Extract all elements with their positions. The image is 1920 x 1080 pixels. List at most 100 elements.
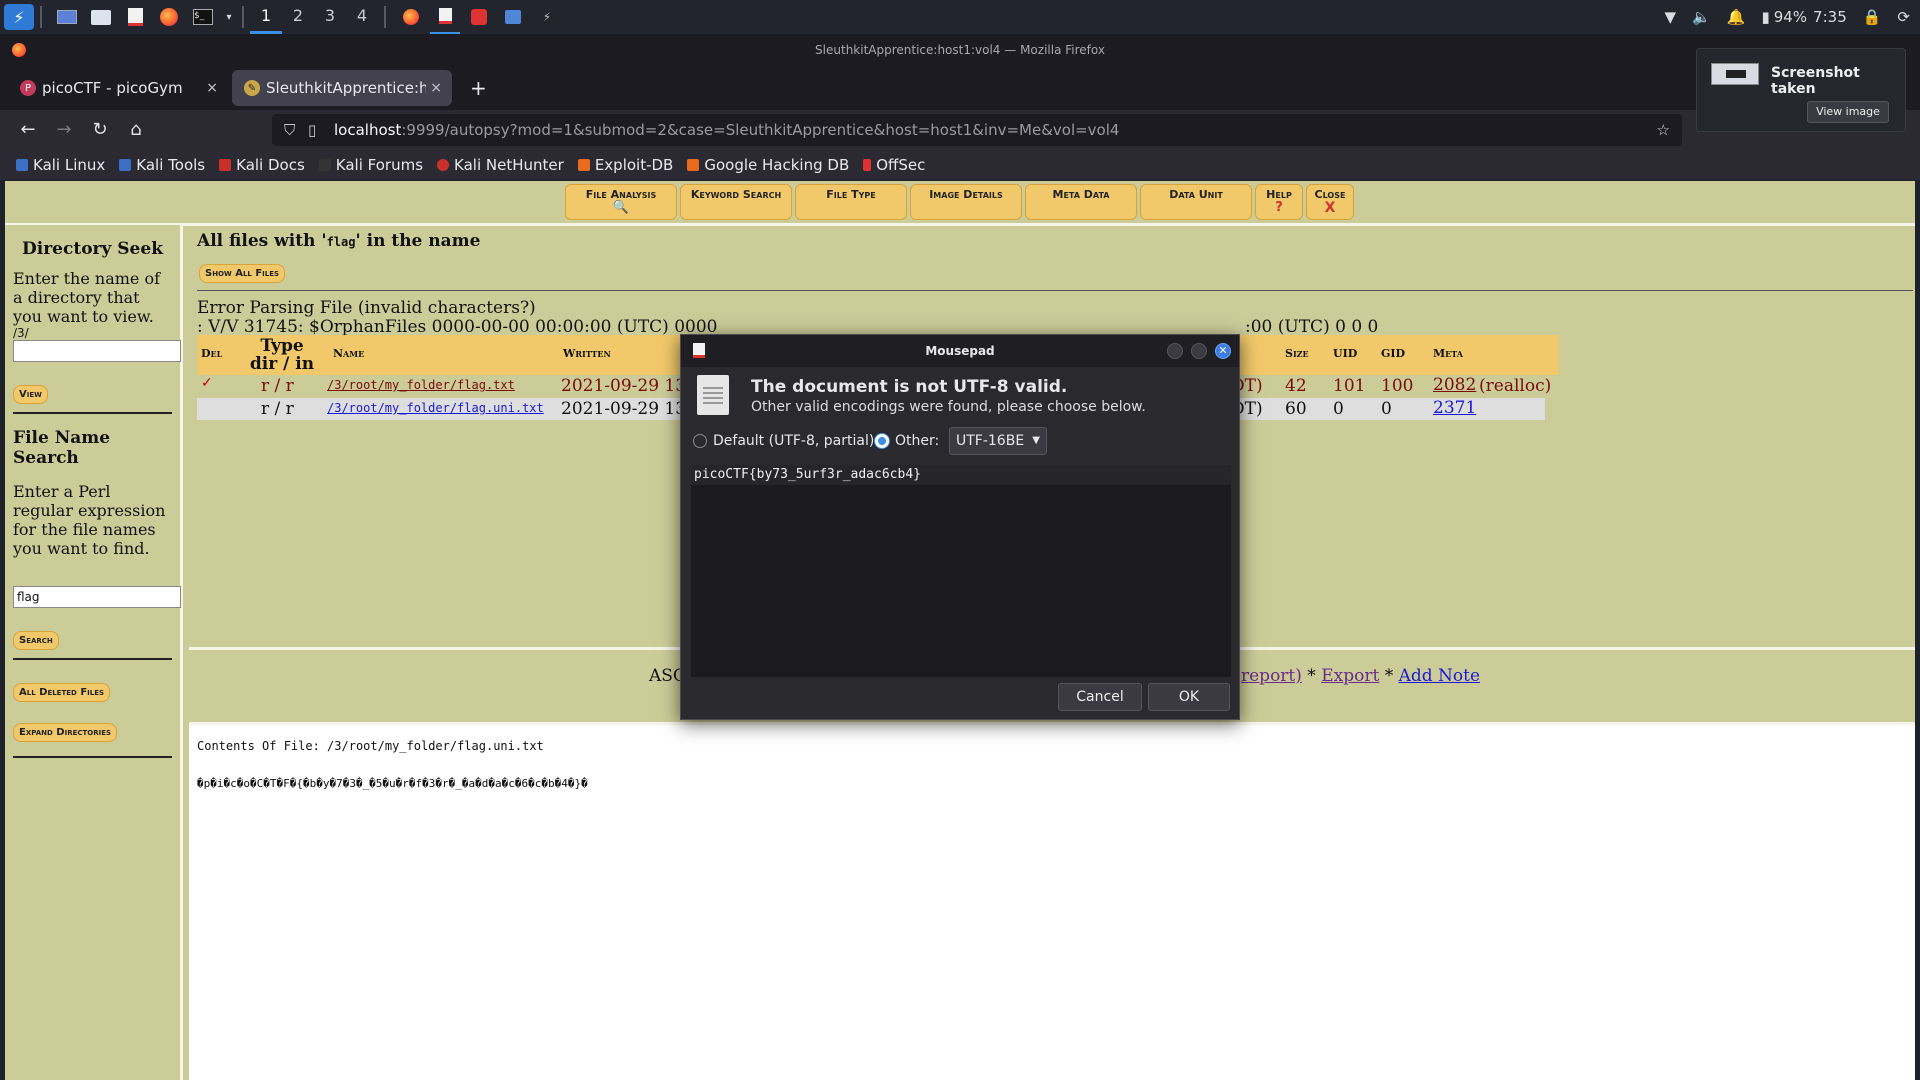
menu-file-analysis[interactable]: File Analysis 🔍 xyxy=(565,184,677,220)
close-x-icon: X xyxy=(1324,200,1336,216)
network-icon[interactable]: ▼ xyxy=(1665,8,1677,26)
deleted-check-icon: ✓ xyxy=(201,375,213,391)
report-links: report) * Export * Add Note xyxy=(1241,666,1480,686)
sidebar-divider xyxy=(13,756,172,758)
terminal-task-icon[interactable]: ⚡ xyxy=(532,4,562,30)
power-icon[interactable]: ⟳ xyxy=(1897,8,1910,26)
text-editor-icon[interactable] xyxy=(120,4,150,30)
bookmark-kali-tools[interactable]: Kali Tools xyxy=(119,156,205,174)
file-contents-data: �p�i�c�o�C�T�F�{�b�y�7�3�_�5�u�r�f�3�r�_… xyxy=(197,777,588,790)
bookmark-offsec[interactable]: OffSec xyxy=(863,156,925,174)
reload-icon[interactable]: ↻ xyxy=(88,118,112,142)
shield-icon[interactable]: ⛉ xyxy=(284,114,295,146)
offsec-icon xyxy=(863,159,872,171)
error-line-2-tail: :00 (UTC) 0 0 0 xyxy=(1245,317,1379,337)
page-info-icon[interactable]: ▯ xyxy=(308,114,316,146)
add-note-link[interactable]: Add Note xyxy=(1399,666,1480,686)
bookmark-label: Kali Linux xyxy=(33,156,106,174)
radio-default[interactable]: Default (UTF-8, partial) xyxy=(693,433,874,449)
cancel-button[interactable]: Cancel xyxy=(1058,683,1142,711)
col-type: Type dir / in xyxy=(249,336,315,374)
url-bar[interactable]: ⛉ ▯ localhost:9999/autopsy?mod=1&submod=… xyxy=(272,114,1682,146)
workspace-3[interactable]: 3 xyxy=(314,0,346,34)
files-task-icon[interactable] xyxy=(498,4,528,30)
meta-link-2082[interactable]: 2082 xyxy=(1433,375,1476,395)
panel-separator xyxy=(384,6,386,28)
export-link[interactable]: Export xyxy=(1321,666,1379,686)
menu-image-details[interactable]: Image Details xyxy=(910,184,1022,220)
bookmark-label: Kali Docs xyxy=(236,156,305,174)
row-written: 2021-09-29 13: xyxy=(561,399,692,419)
desktop-icon[interactable] xyxy=(52,4,82,30)
search-button[interactable]: Search xyxy=(13,631,59,650)
screenshot-task-icon[interactable] xyxy=(464,4,494,30)
workspace-1[interactable]: 1 xyxy=(250,0,282,34)
view-button[interactable]: View xyxy=(13,385,48,404)
menu-meta-data[interactable]: Meta Data xyxy=(1025,184,1137,220)
bookmark-kali-forums[interactable]: Kali Forums xyxy=(318,156,423,174)
expand-directories-button[interactable]: Expand Directories xyxy=(13,723,118,742)
mousepad-task-icon[interactable] xyxy=(430,0,460,34)
col-size: Size xyxy=(1285,347,1309,360)
forward-icon[interactable]: → xyxy=(52,118,76,142)
menu-close[interactable]: Close X xyxy=(1306,184,1354,220)
menu-file-type[interactable]: File Type xyxy=(795,184,907,220)
col-written: Written xyxy=(563,347,611,360)
lock-icon[interactable]: 🔒 xyxy=(1863,8,1882,26)
radio-checked-icon xyxy=(875,434,889,448)
files-icon[interactable] xyxy=(86,4,116,30)
bookmark-kali-nethunter[interactable]: Kali NetHunter xyxy=(437,156,564,174)
error-line-2: : V/V 31745: $OrphanFiles 0000-00-00 00:… xyxy=(197,317,718,337)
firefox-task-icon[interactable] xyxy=(396,4,426,30)
dialog-titlebar: Mousepad ✕ xyxy=(681,335,1239,367)
clock[interactable]: 7:35 xyxy=(1813,8,1847,26)
menu-data-unit[interactable]: Data Unit xyxy=(1140,184,1252,220)
ok-button[interactable]: OK xyxy=(1148,683,1230,711)
bookmark-star-icon[interactable]: ☆ xyxy=(1657,114,1670,146)
bookmark-kali-linux[interactable]: Kali Linux xyxy=(16,156,105,174)
notification-bell-icon[interactable]: 🔔 xyxy=(1727,8,1746,26)
encoding-select[interactable]: UTF-16BE ▼ xyxy=(949,427,1047,455)
show-all-files-button[interactable]: Show All Files xyxy=(199,264,286,283)
terminal-icon[interactable]: $_ xyxy=(188,4,218,30)
close-tab-icon[interactable]: × xyxy=(430,80,442,96)
tab-bar: P picoCTF - picoGym × ✎ SleuthkitApprent… xyxy=(0,66,1920,110)
view-image-button[interactable]: View image xyxy=(1807,101,1889,123)
battery-icon[interactable]: ▮ xyxy=(1761,8,1769,26)
menu-help[interactable]: Help? xyxy=(1255,184,1303,220)
tab-autopsy[interactable]: ✎ SleuthkitApprentice:host1 × xyxy=(232,70,452,106)
row-uid: 101 xyxy=(1333,376,1366,396)
workspace-4[interactable]: 4 xyxy=(346,0,378,34)
workspace-2[interactable]: 2 xyxy=(282,0,314,34)
kali-menu-icon[interactable]: ⚡ xyxy=(4,4,34,30)
file-link-flag-txt[interactable]: /3/root/my_folder/flag.txt xyxy=(327,378,515,392)
firefox-icon[interactable] xyxy=(154,4,184,30)
radio-other[interactable]: Other: xyxy=(875,433,939,449)
maximize-button[interactable] xyxy=(1191,343,1207,359)
home-icon[interactable]: ⌂ xyxy=(124,118,148,142)
preview-text-area[interactable]: picoCTF{by73_5urf3r_adac6cb4} xyxy=(691,465,1231,677)
bookmark-exploit-db[interactable]: Exploit-DB xyxy=(577,156,673,174)
screenshot-thumbnail xyxy=(1711,63,1759,85)
bookmark-kali-docs[interactable]: Kali Docs xyxy=(219,156,305,174)
close-tab-icon[interactable]: × xyxy=(206,80,218,96)
meta-link-2371[interactable]: 2371 xyxy=(1433,398,1476,418)
volume-icon[interactable]: 🔈 xyxy=(1692,8,1711,26)
tab-picoctf[interactable]: P picoCTF - picoGym × xyxy=(8,70,228,106)
kali-docs-icon xyxy=(219,159,232,171)
file-name-input[interactable]: flag xyxy=(13,586,181,608)
back-icon[interactable]: ← xyxy=(16,118,40,142)
menu-keyword-search[interactable]: Keyword Search xyxy=(680,184,792,220)
all-deleted-files-button[interactable]: All Deleted Files xyxy=(13,683,111,702)
directory-input[interactable] xyxy=(13,340,181,362)
file-link-flag-uni-txt[interactable]: /3/root/my_folder/flag.uni.txt xyxy=(327,401,544,415)
dialog-close-button[interactable]: ✕ xyxy=(1215,343,1231,359)
firefox-logo-icon xyxy=(12,43,26,57)
new-tab-button[interactable]: + xyxy=(462,70,492,106)
chevron-down-icon[interactable]: ▾ xyxy=(222,4,236,30)
report-link[interactable]: report) xyxy=(1241,666,1302,686)
directory-prefix: /3/ xyxy=(13,326,29,340)
bookmark-google-hacking-db[interactable]: Google Hacking DB xyxy=(687,156,849,174)
window-titlebar: SleuthkitApprentice:host1:vol4 — Mozilla… xyxy=(0,34,1920,66)
minimize-button[interactable] xyxy=(1167,343,1183,359)
